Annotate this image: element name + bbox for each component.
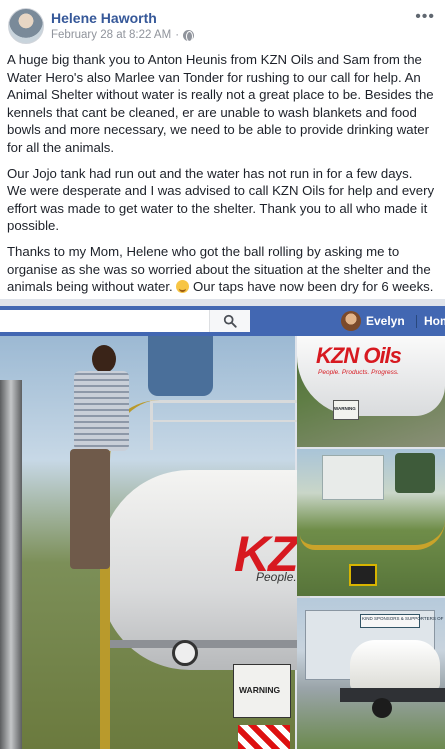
post-paragraph-text: Our taps have now been dry for 6 weeks.: [189, 279, 434, 295]
timestamp-row: February 28 at 8:22 AM ·: [51, 29, 195, 42]
photo-main-hose: [100, 400, 210, 749]
photo-main-person: [40, 345, 129, 575]
post-paragraph: Thanks to my Mom, Helene who got the bal…: [7, 243, 435, 296]
profile-name-link[interactable]: Evelyn: [366, 314, 405, 328]
photo-top-right-brand: KZN Oils: [316, 343, 402, 368]
post-body: A huge big thank you to Anton Heunis fro…: [7, 51, 435, 304]
post-paragraph: Our Jojo tank had run out and the water …: [7, 165, 435, 234]
nav-divider: [416, 315, 417, 328]
profile-avatar[interactable]: [341, 311, 361, 331]
more-options-icon[interactable]: •••: [415, 8, 435, 26]
photo-bottom-right-trailer: [340, 688, 445, 702]
photo-main-cylinder: [0, 380, 22, 749]
search-button[interactable]: [209, 310, 250, 332]
author-avatar[interactable]: [8, 8, 44, 44]
search-icon: [223, 314, 237, 328]
post-timestamp[interactable]: February 28 at 8:22 AM: [51, 29, 171, 41]
author-name[interactable]: Helene Haworth: [51, 10, 157, 26]
facebook-navbar: Evelyn Hom: [0, 306, 445, 336]
photo-main-tagline: People.: [256, 570, 297, 584]
photo-top-right-warning-label: WARNING: [334, 406, 356, 411]
relieved-face-emoji-icon: [176, 280, 190, 294]
photo-bottom-right-sign-label: KIND SPONSORS & SUPPORTERS OF: [362, 616, 444, 621]
photo-main-warning-label: WARNING: [239, 685, 281, 695]
home-link[interactable]: Hom: [424, 314, 445, 328]
photo-middle-right-pump: [349, 564, 377, 586]
photo-middle-right-jojo-tank: [395, 453, 435, 493]
photo-main-reflective-tape: [238, 725, 290, 749]
photo-bottom-right-water-tank: [350, 640, 440, 690]
photo-middle-right-hose: [300, 520, 445, 550]
post-header: Helene Haworth February 28 at 8:22 AM · …: [0, 0, 445, 50]
photo-top-right-tagline: People. Products. Progress.: [318, 369, 399, 376]
photo-bottom-right-wheel: [372, 698, 392, 718]
post-paragraph: A huge big thank you to Anton Heunis fro…: [7, 52, 434, 155]
gauge-icon: [172, 640, 198, 666]
photo-middle-right-building: [322, 455, 384, 500]
photo-main-person-2: [148, 336, 213, 396]
globe-icon: [183, 29, 195, 42]
